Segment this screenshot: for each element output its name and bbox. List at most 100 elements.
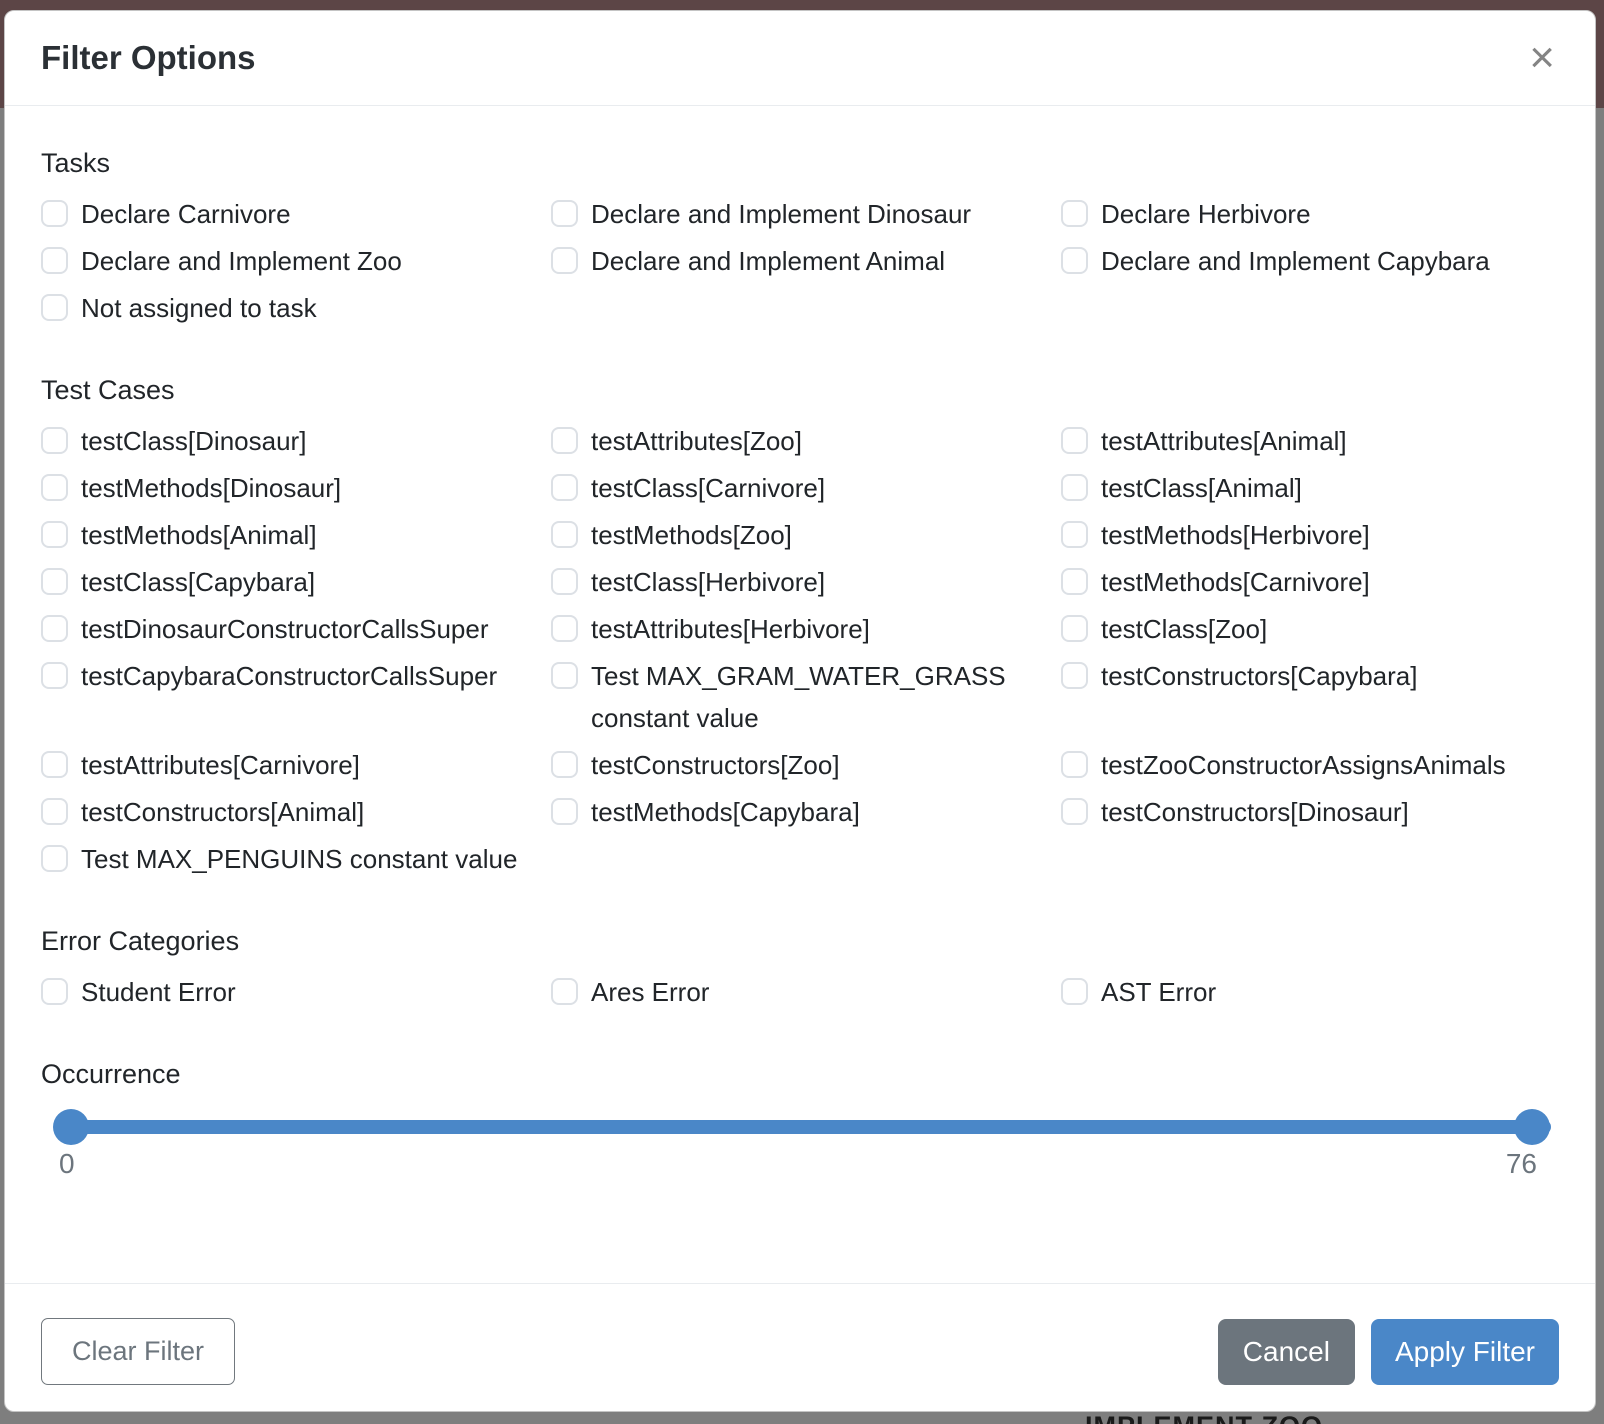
checkbox-item[interactable]: Declare and Implement Dinosaur [551, 193, 1061, 235]
occurrence-section: Occurrence 0 76 [41, 1059, 1559, 1180]
checkbox-item[interactable]: testClass[Herbivore] [551, 561, 1061, 603]
checkbox[interactable] [1061, 662, 1088, 689]
slider-max-value: 76 [1506, 1148, 1537, 1180]
slider-handle-min[interactable] [53, 1109, 89, 1145]
checkbox[interactable] [41, 978, 68, 1005]
checkbox-item[interactable]: testMethods[Carnivore] [1061, 561, 1559, 603]
checkbox-label: Declare and Implement Zoo [81, 240, 402, 282]
checkbox-label: testClass[Herbivore] [591, 561, 825, 603]
checkbox-label: testMethods[Zoo] [591, 514, 792, 556]
checkbox[interactable] [551, 751, 578, 778]
checkbox-item[interactable]: testAttributes[Zoo] [551, 420, 1061, 462]
checkbox[interactable] [551, 615, 578, 642]
checkbox-item[interactable]: Declare and Implement Capybara [1061, 240, 1559, 282]
checkbox-item[interactable]: Test MAX_GRAM_WATER_GRASS constant value [551, 655, 1061, 739]
checkbox-label: Student Error [81, 971, 236, 1013]
checkbox[interactable] [41, 427, 68, 454]
checkbox[interactable] [551, 474, 578, 501]
checkbox-item[interactable]: Declare Herbivore [1061, 193, 1559, 235]
checkbox-label: testConstructors[Capybara] [1101, 655, 1417, 697]
checkbox[interactable] [1061, 247, 1088, 274]
checkbox[interactable] [1061, 521, 1088, 548]
cancel-button[interactable]: Cancel [1218, 1319, 1355, 1385]
occurrence-slider[interactable] [41, 1108, 1559, 1146]
checkbox-item[interactable]: testMethods[Dinosaur] [41, 467, 551, 509]
checkbox-label: Test MAX_GRAM_WATER_GRASS constant value [591, 655, 1053, 739]
checkbox-item[interactable]: testConstructors[Zoo] [551, 744, 1061, 786]
close-icon[interactable]: × [1525, 40, 1559, 75]
checkbox-item[interactable]: testZooConstructorAssignsAnimals [1061, 744, 1559, 786]
checkbox-item[interactable]: testClass[Capybara] [41, 561, 551, 603]
checkbox-item[interactable]: Declare and Implement Zoo [41, 240, 551, 282]
checkbox[interactable] [41, 662, 68, 689]
checkbox[interactable] [551, 662, 578, 689]
checkbox-item[interactable]: testAttributes[Carnivore] [41, 744, 551, 786]
checkbox-label: testAttributes[Zoo] [591, 420, 802, 462]
checkbox-item[interactable]: testClass[Zoo] [1061, 608, 1559, 650]
checkbox-label: Declare and Implement Dinosaur [591, 193, 971, 235]
checkbox-item[interactable]: testMethods[Animal] [41, 514, 551, 556]
checkbox-label: testMethods[Herbivore] [1101, 514, 1370, 556]
checkbox[interactable] [1061, 474, 1088, 501]
checkbox[interactable] [41, 615, 68, 642]
checkbox[interactable] [41, 200, 68, 227]
checkbox[interactable] [551, 568, 578, 595]
checkbox-item[interactable]: Declare Carnivore [41, 193, 551, 235]
checkbox[interactable] [551, 427, 578, 454]
checkbox-item[interactable]: testDinosaurConstructorCallsSuper [41, 608, 551, 650]
checkbox-label: Declare and Implement Capybara [1101, 240, 1490, 282]
checkbox[interactable] [551, 200, 578, 227]
checkbox-label: testClass[Carnivore] [591, 467, 825, 509]
modal-body: Tasks Declare CarnivoreDeclare and Imple… [5, 106, 1595, 1283]
checkbox[interactable] [41, 845, 68, 872]
checkbox[interactable] [1061, 798, 1088, 825]
error-categories-section: Error Categories Student Error Ares Error… [41, 926, 1559, 1013]
checkbox[interactable] [41, 568, 68, 595]
checkbox[interactable] [41, 521, 68, 548]
checkbox[interactable] [551, 798, 578, 825]
checkbox[interactable] [41, 751, 68, 778]
apply-filter-button[interactable]: Apply Filter [1371, 1319, 1559, 1385]
checkbox-label: Declare Carnivore [81, 193, 291, 235]
checkbox[interactable] [1061, 568, 1088, 595]
checkbox[interactable] [41, 474, 68, 501]
checkbox[interactable] [1061, 978, 1088, 1005]
checkbox[interactable] [1061, 427, 1088, 454]
checkbox[interactable] [551, 247, 578, 274]
checkbox-item[interactable]: testMethods[Capybara] [551, 791, 1061, 833]
checkbox-item[interactable]: testAttributes[Animal] [1061, 420, 1559, 462]
checkbox-item[interactable]: testAttributes[Herbivore] [551, 608, 1061, 650]
checkbox-item[interactable]: Student Error [41, 971, 551, 1013]
checkbox-item[interactable]: AST Error [1061, 971, 1559, 1013]
checkbox-item[interactable]: testConstructors[Capybara] [1061, 655, 1559, 739]
checkbox-label: Test MAX_PENGUINS constant value [81, 838, 517, 880]
checkbox[interactable] [41, 247, 68, 274]
checkbox-label: testMethods[Capybara] [591, 791, 860, 833]
checkbox-item[interactable]: Declare and Implement Animal [551, 240, 1061, 282]
checkbox-item[interactable]: testCapybaraConstructorCallsSuper [41, 655, 551, 739]
checkbox[interactable] [41, 798, 68, 825]
slider-handle-max[interactable] [1514, 1109, 1550, 1145]
checkbox[interactable] [551, 978, 578, 1005]
checkbox[interactable] [551, 521, 578, 548]
checkbox-item[interactable]: testClass[Animal] [1061, 467, 1559, 509]
checkbox[interactable] [1061, 751, 1088, 778]
checkbox[interactable] [41, 294, 68, 321]
slider-labels: 0 76 [41, 1146, 1559, 1180]
test-cases-heading: Test Cases [41, 375, 1559, 406]
filter-options-modal: Filter Options × Tasks Declare Carnivore… [4, 10, 1596, 1412]
checkbox-item[interactable]: testMethods[Zoo] [551, 514, 1061, 556]
checkbox-item[interactable]: testConstructors[Dinosaur] [1061, 791, 1559, 833]
checkbox-item[interactable]: testMethods[Herbivore] [1061, 514, 1559, 556]
checkbox-item[interactable]: testClass[Carnivore] [551, 467, 1061, 509]
checkbox-item[interactable]: Test MAX_PENGUINS constant value [41, 838, 551, 880]
checkbox[interactable] [1061, 200, 1088, 227]
checkbox-item[interactable]: testConstructors[Animal] [41, 791, 551, 833]
slider-track[interactable] [56, 1120, 1551, 1134]
checkbox[interactable] [1061, 615, 1088, 642]
checkbox-item[interactable]: testClass[Dinosaur] [41, 420, 551, 462]
checkbox-item[interactable]: Ares Error [551, 971, 1061, 1013]
error-categories-heading: Error Categories [41, 926, 1559, 957]
checkbox-item[interactable]: Not assigned to task [41, 287, 551, 329]
clear-filter-button[interactable]: Clear Filter [41, 1318, 235, 1385]
